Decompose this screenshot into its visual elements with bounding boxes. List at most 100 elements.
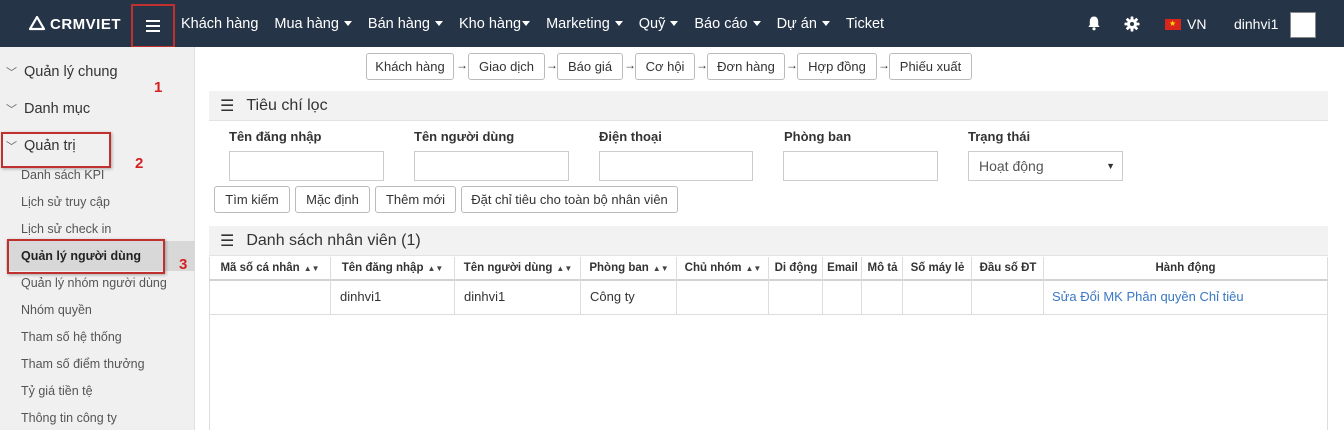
list-icon: ☰ [220,232,235,250]
flow-step-khach-hang[interactable]: Khách hàng [366,53,454,80]
username-filter-input[interactable] [229,151,384,181]
column-divider [768,257,769,315]
column-header-label: Hành động [1155,262,1216,274]
menu-item-quy[interactable]: Quỹ [639,16,679,32]
search-button-label: Tìm kiếm [225,192,279,207]
column-header-department[interactable]: Phòng ban ▲▼ [581,257,677,279]
sidebar-item-tham-so-diem-thuong[interactable]: Tham số điểm thưởng [21,357,145,371]
flow-step-label: Báo giá [567,59,613,74]
logo-icon [28,15,46,31]
menu-item-bao-cao[interactable]: Báo cáo [694,15,761,32]
menu-item-ban-hang[interactable]: Bán hàng [368,16,443,32]
annotation-box-quan-tri [1,132,111,168]
fullname-filter-input[interactable] [414,151,569,181]
brand-logo[interactable]: CRMVIET [28,15,121,33]
main-menu: Khách hàng Mua hàng Bán hàng Kho hàng Ma… [181,0,900,47]
sidebar-item-thong-tin-cong-ty[interactable]: Thông tin công ty [21,411,117,425]
bell-icon[interactable] [1086,15,1102,31]
column-header-phone-prefix: Đầu số ĐT [972,257,1044,279]
add-new-button[interactable]: Thêm mới [375,186,456,213]
flow-step-label: Khách hàng [375,59,445,74]
status-label: Trạng thái [968,129,1031,144]
sidebar-item-ty-gia-tien-te[interactable]: Tỷ giá tiền tệ [21,384,93,398]
department-filter-input[interactable] [783,151,938,181]
sidebar-item-quan-ly-nhom-nguoi-dung[interactable]: Quản lý nhóm người dùng [21,276,167,290]
sidebar-item-nhom-quyen[interactable]: Nhóm quyền [21,303,92,317]
flow-step-hop-dong[interactable]: Hợp đồng [797,53,877,80]
sidebar-item-danh-sach-kpi[interactable]: Danh sách KPI [21,168,104,182]
sidebar-item-tham-so-he-thong[interactable]: Tham số hệ thống [21,330,122,344]
list-icon: ☰ [220,97,235,115]
arrow-right-icon: → [456,58,468,72]
flow-step-giao-dich[interactable]: Giao dịch [468,53,545,80]
menu-item-kho-hang[interactable]: Kho hàng [459,15,531,32]
menu-item-khach-hang[interactable]: Khách hàng [181,16,258,32]
flow-step-co-hoi[interactable]: Cơ hội [635,53,695,80]
hamburger-icon [146,20,160,32]
avatar[interactable] [1290,12,1316,38]
sidebar-group-label: Quản lý chung [24,64,118,80]
annotation-box-quan-ly-nguoi-dung [7,239,165,274]
menu-item-label: Kho hàng [459,15,522,32]
column-divider [580,257,581,315]
menu-item-label: Báo cáo [694,15,748,32]
column-header-description: Mô tả [862,257,903,279]
column-header-label: Email [827,262,858,274]
menu-toggle-button[interactable] [131,4,175,48]
change-password-link[interactable]: Đổi MK [1080,289,1123,304]
phone-label: Điện thoại [599,129,662,144]
column-header-personal-id[interactable]: Mã số cá nhân ▲▼ [210,257,330,279]
menu-item-marketing[interactable]: Marketing [546,16,623,32]
flow-step-bao-gia[interactable]: Báo giá [557,53,623,80]
column-header-fullname[interactable]: Tên người dùng ▲▼ [455,257,581,279]
filter-panel-header: ☰ Tiêu chí lọc [209,91,1328,121]
flow-step-phieu-xuat[interactable]: Phiếu xuất [889,53,972,80]
column-header-label: Đầu số ĐT [979,262,1037,274]
flow-step-label: Cơ hội [645,59,685,74]
annotation-number-1: 1 [154,79,163,96]
flow-step-don-hang[interactable]: Đơn hàng [707,53,785,80]
gear-icon[interactable] [1124,16,1140,32]
menu-item-ticket[interactable]: Ticket [846,16,884,32]
caret-down-icon [821,21,830,27]
column-divider [902,257,903,315]
column-header-label: Mã số cá nhân [220,262,300,274]
set-target-all-button[interactable]: Đặt chỉ tiêu cho toàn bộ nhân viên [461,186,678,213]
annotation-number-2: 2 [135,155,144,172]
sidebar-group-danh-muc[interactable]: ﹀ Danh mục [0,96,195,122]
targets-link[interactable]: Chỉ tiêu [1200,289,1244,304]
default-button[interactable]: Mặc định [295,186,370,213]
language-switcher[interactable]: VN [1165,16,1206,32]
menu-item-mua-hang[interactable]: Mua hàng [274,16,352,32]
sidebar-item-lich-su-check-in[interactable]: Lịch sử check in [21,222,111,236]
caret-down-icon [614,21,623,27]
employee-list-header: ☰ Danh sách nhân viên (1) [209,226,1328,256]
set-target-all-button-label: Đặt chỉ tiêu cho toàn bộ nhân viên [471,192,668,207]
caret-down-icon [752,21,761,27]
column-header-mobile: Di động [769,257,823,279]
permissions-link[interactable]: Phân quyền [1126,289,1195,304]
column-header-actions: Hành động [1044,257,1327,279]
column-header-label: Mô tả [867,262,898,274]
column-header-username[interactable]: Tên đăng nhập ▲▼ [331,257,454,279]
status-select[interactable]: Hoạt động ▼ [968,151,1123,181]
cell-username: dinhvi1 [340,289,382,304]
column-divider [330,257,331,315]
column-header-extension: Số máy lẻ [903,257,972,279]
phone-filter-input[interactable] [599,151,753,181]
username[interactable]: dinhvi1 [1234,16,1278,32]
annotation-number-3: 3 [179,256,188,273]
sort-icon: ▲▼ [652,263,669,273]
sort-icon: ▲▼ [556,263,573,273]
column-header-label: Tên đăng nhập [341,262,424,274]
edit-link[interactable]: Sửa [1052,289,1077,304]
menu-item-label: Quỹ [638,15,666,32]
username-label: Tên đăng nhập [229,129,322,144]
search-button[interactable]: Tìm kiếm [214,186,290,213]
column-header-group-owner[interactable]: Chủ nhóm ▲▼ [677,257,769,279]
menu-item-du-an[interactable]: Dự án [777,16,830,32]
caret-down-icon [670,21,679,27]
sidebar-item-lich-su-truy-cap[interactable]: Lịch sử truy cập [21,195,110,209]
sidebar-group-quan-ly-chung[interactable]: ﹀ Quản lý chung [0,59,195,85]
caret-down-icon [522,21,531,27]
